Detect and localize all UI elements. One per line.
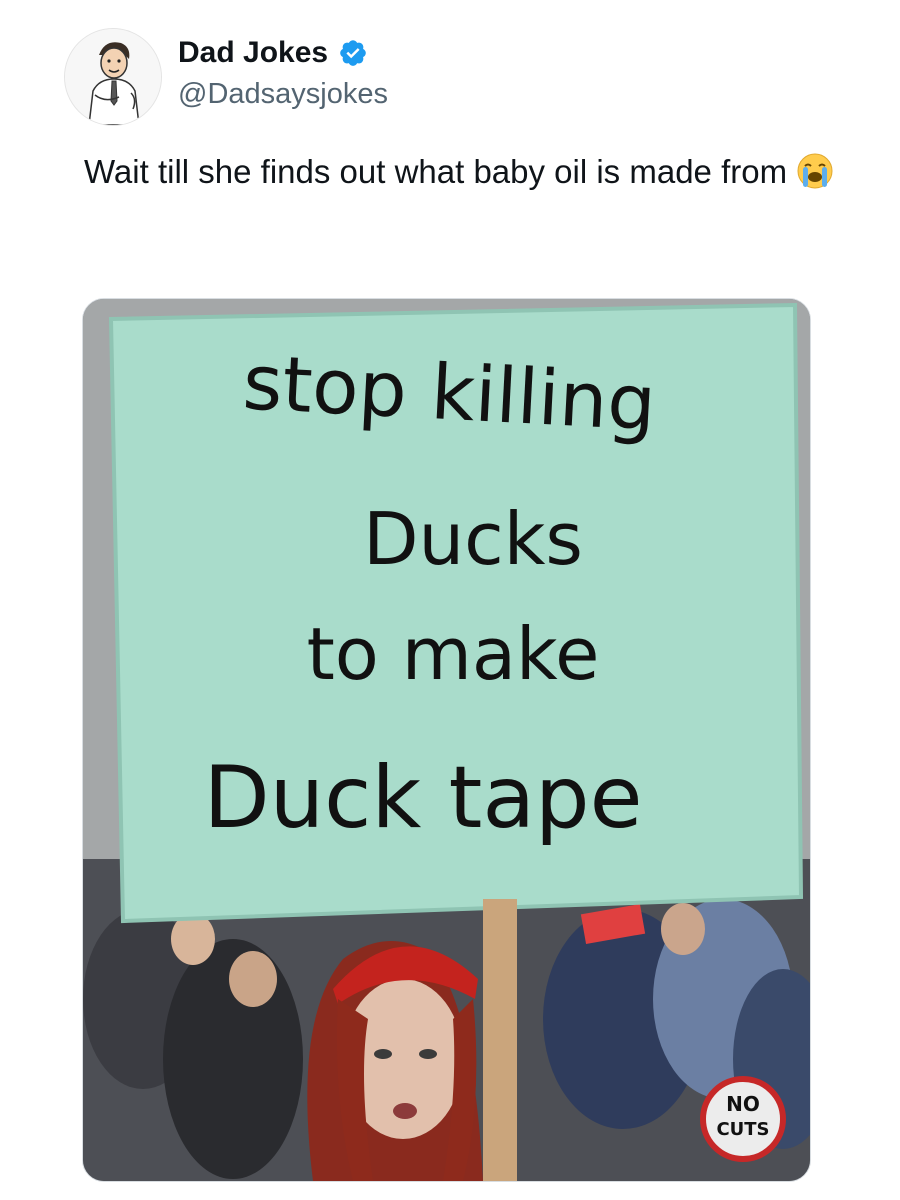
tweet-text-content: Wait till she finds out what baby oil is… [84,153,788,190]
no-cuts-sign-line1: NO [726,1092,760,1116]
author-avatar[interactable] [64,28,162,126]
sign-line-2: Ducks [363,497,583,581]
author-handle[interactable]: @Dadsaysjokes [178,78,388,111]
cartoon-dad-avatar-icon [65,29,161,125]
protest-photo: NO CUTS stop killing Ducks to make Duck … [83,299,810,1181]
sign-line-4: Duck tape [203,748,642,848]
author-name[interactable]: Dad Jokes [178,36,328,70]
sign-stick [483,899,517,1181]
sign-line-3: to make [307,612,600,696]
tweet-media-photo[interactable]: NO CUTS stop killing Ducks to make Duck … [82,298,811,1182]
tweet-text: Wait till she finds out what baby oil is… [84,147,844,197]
no-cuts-sign-line2: CUTS [716,1119,769,1140]
loudly-crying-face-emoji [797,153,833,189]
author-name-row[interactable]: Dad Jokes [178,36,368,70]
verified-badge-icon [340,40,366,66]
